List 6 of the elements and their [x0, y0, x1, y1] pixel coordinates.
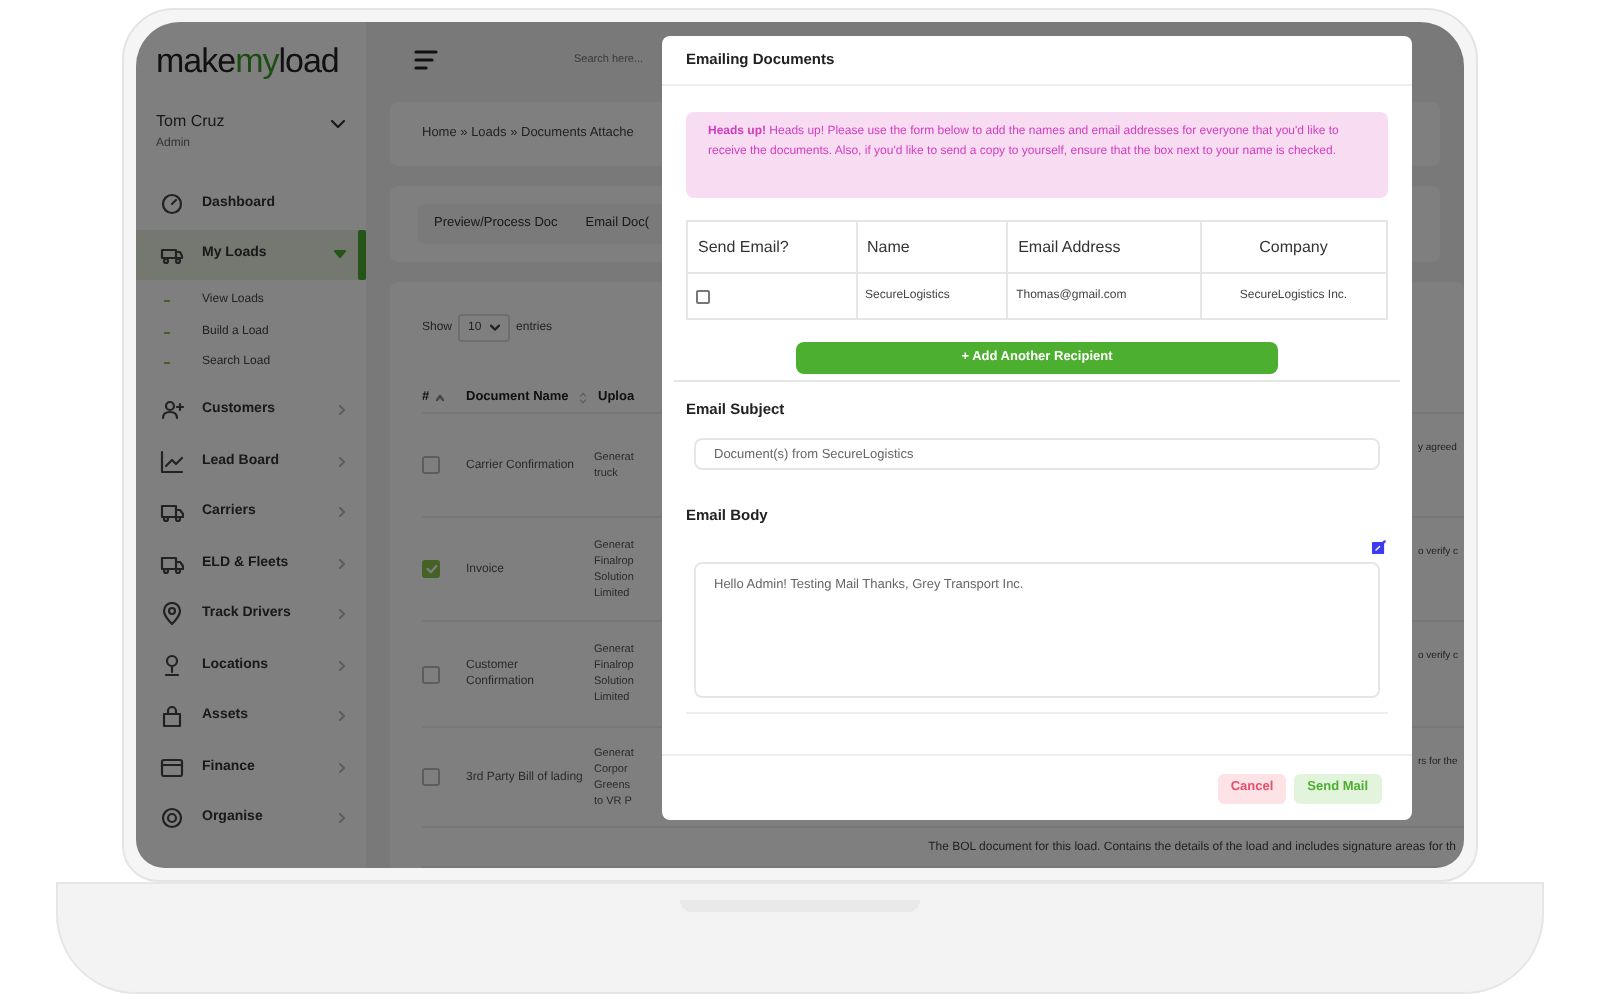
column-header: Send Email? — [698, 235, 789, 259]
brand-logo: makemyload — [156, 43, 339, 77]
user-name: Tom Cruz — [156, 110, 225, 134]
column-header: Email Address — [1018, 235, 1121, 259]
column-header: Company — [1259, 235, 1328, 259]
column-header: Name — [867, 235, 910, 259]
